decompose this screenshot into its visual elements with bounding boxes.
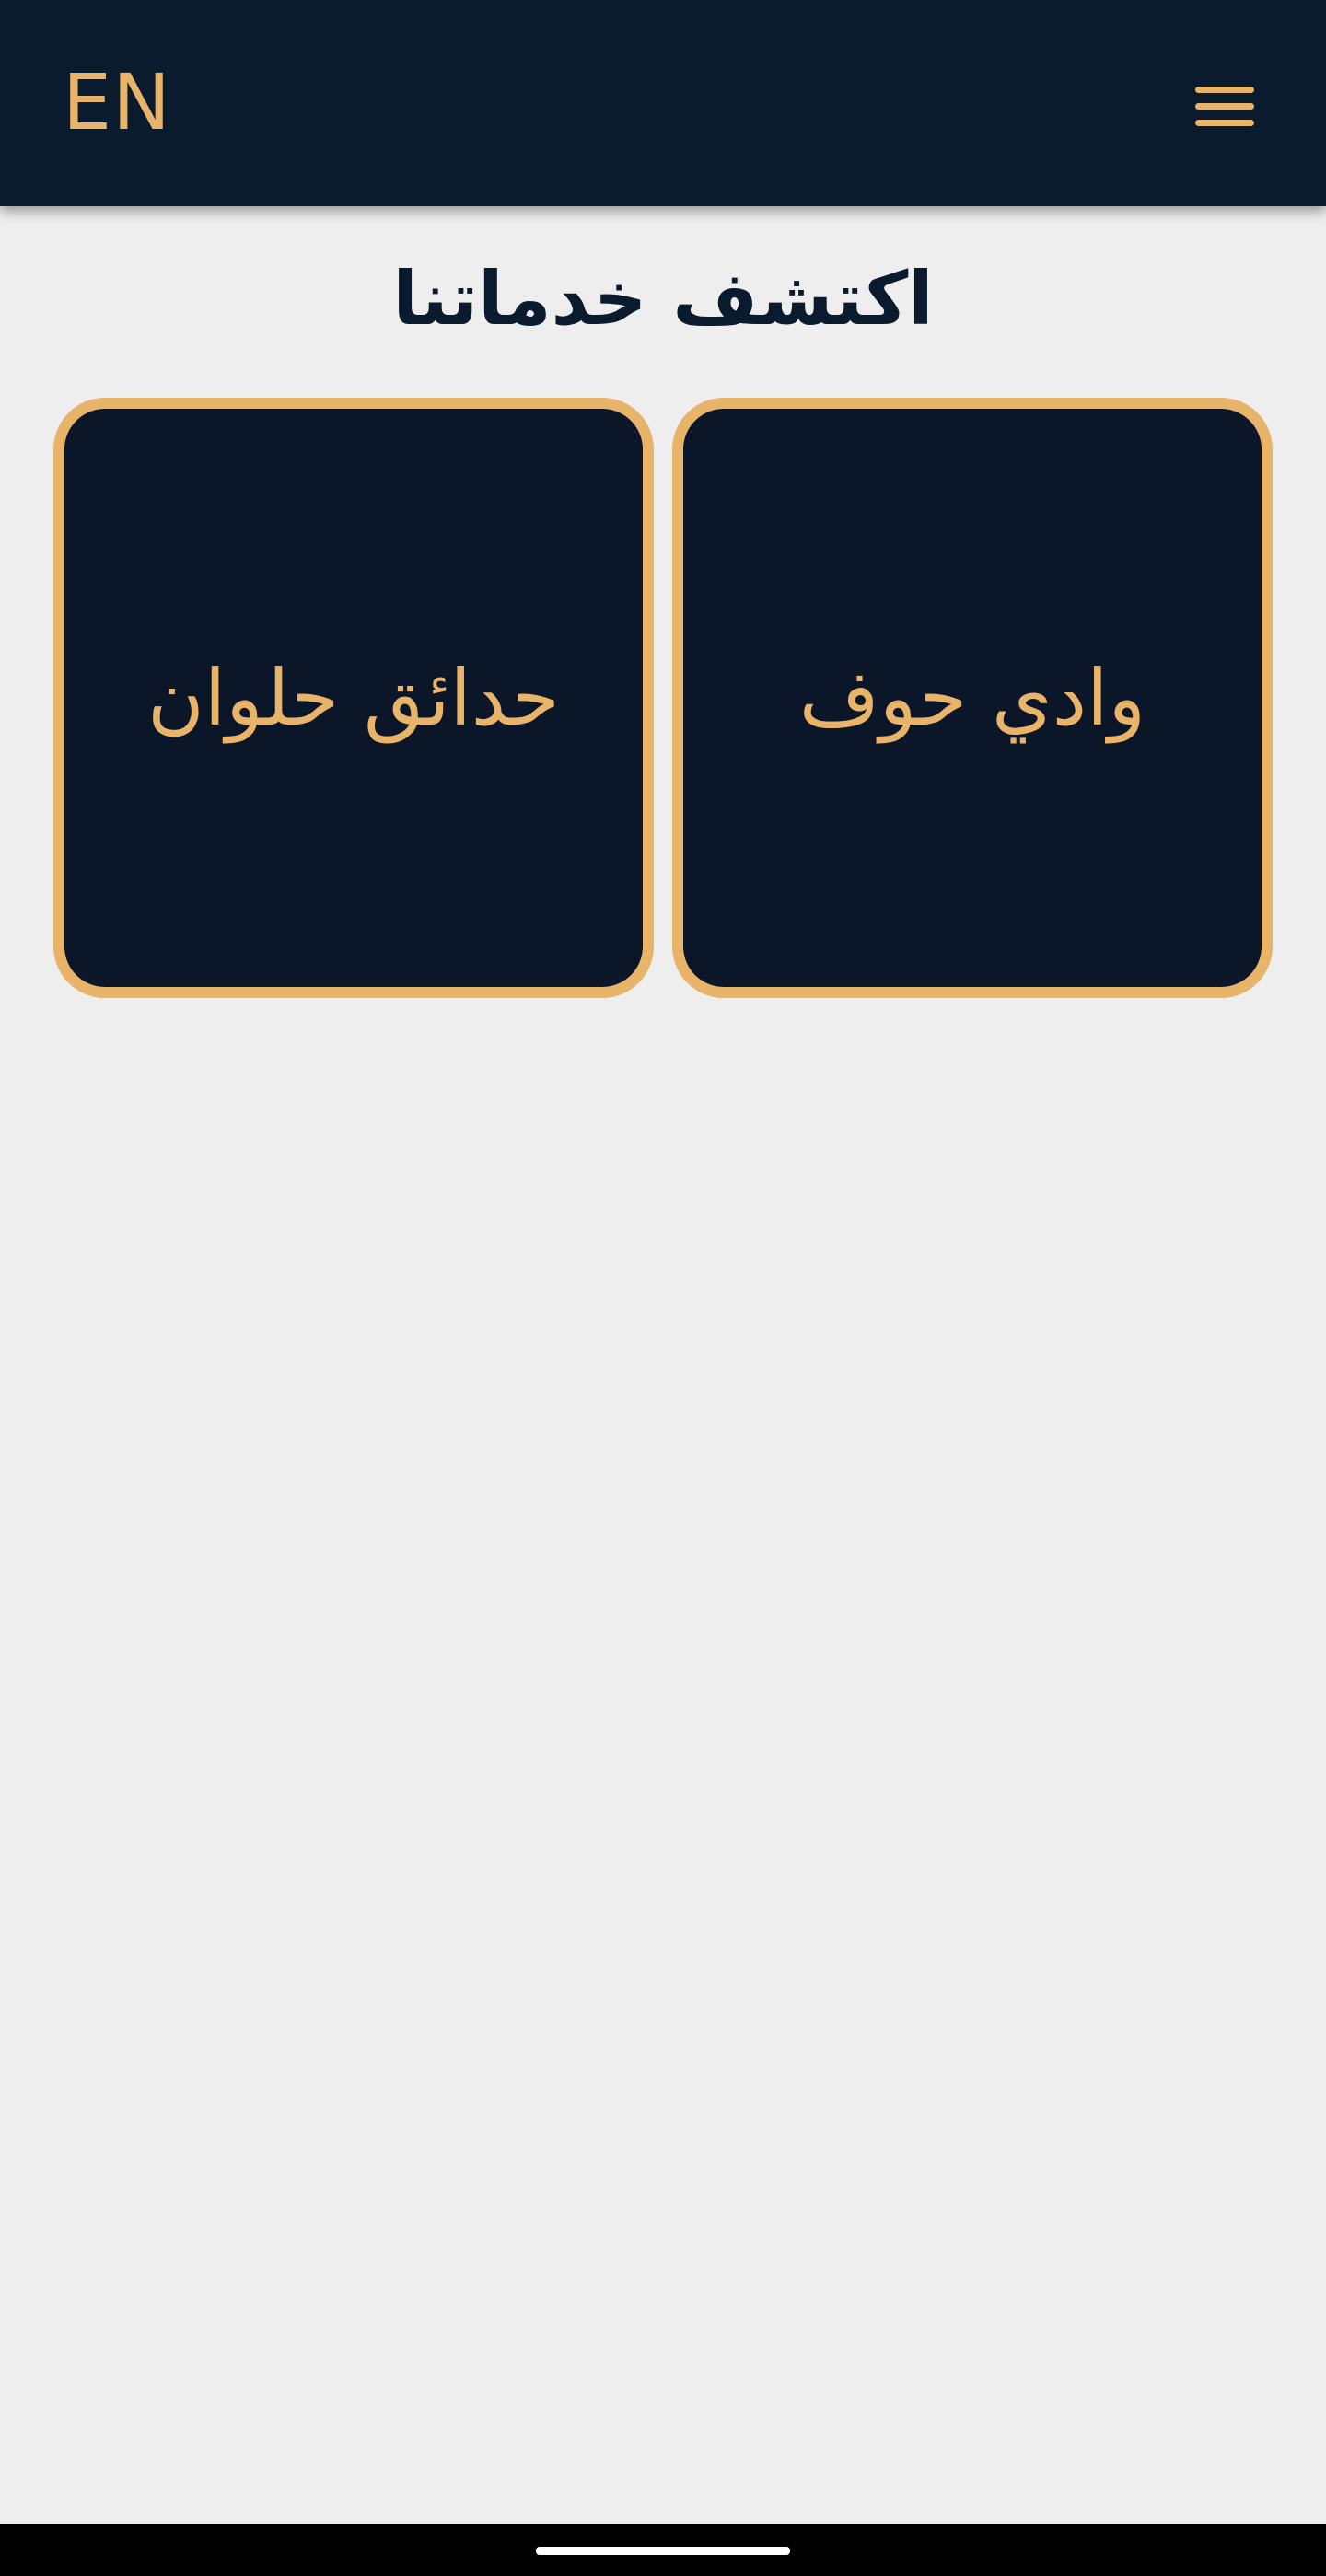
system-navigation-bar xyxy=(0,2524,1326,2576)
page-title: اكتشف خدماتنا xyxy=(392,256,934,342)
menu-line xyxy=(1195,120,1254,126)
menu-line xyxy=(1195,103,1254,110)
hamburger-menu-icon[interactable] xyxy=(1188,81,1262,133)
service-card-label: وادي حوف xyxy=(798,653,1146,743)
service-card-helwan-gardens[interactable]: حدائق حلوان xyxy=(53,398,654,998)
menu-line xyxy=(1195,87,1254,93)
home-indicator[interactable] xyxy=(536,2547,790,2555)
app-header: EN xyxy=(0,0,1326,206)
service-card-wadi-hof[interactable]: وادي حوف xyxy=(672,398,1273,998)
service-card-label: حدائق حلوان xyxy=(147,653,560,743)
language-toggle[interactable]: EN xyxy=(63,52,171,153)
